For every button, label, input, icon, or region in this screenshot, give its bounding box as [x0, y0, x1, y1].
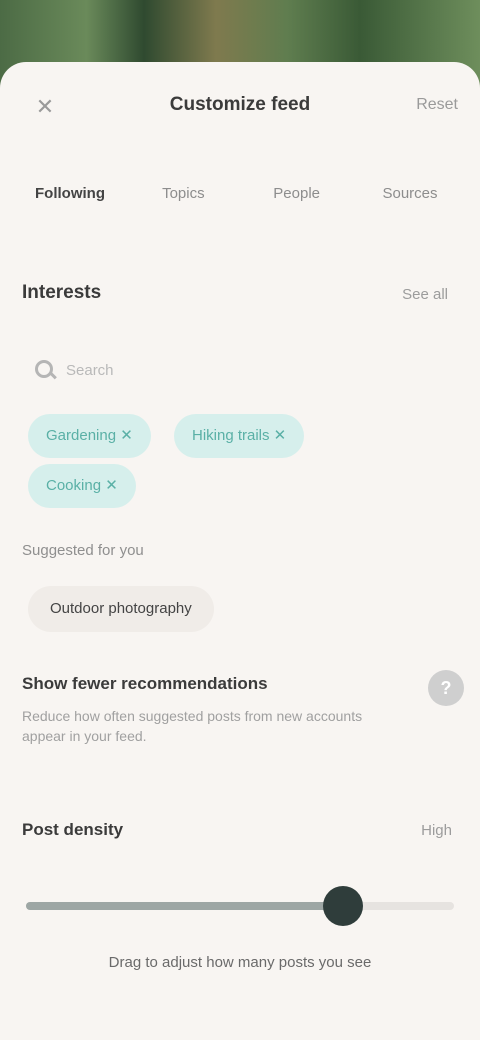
search-icon	[34, 359, 56, 381]
slider-title: Post density	[22, 820, 124, 839]
slider-caption: Drag to adjust how many posts you see	[108, 954, 372, 971]
tab-bar: Following Topics People Sources	[20, 166, 460, 222]
help-icon[interactable]: ?	[428, 670, 464, 706]
density-slider[interactable]	[26, 886, 454, 926]
tab-people[interactable]: People	[247, 166, 347, 222]
slider-value-label: High	[421, 822, 452, 839]
setting-description: Reduce how often suggested posts from ne…	[22, 708, 363, 744]
sheet-title: Customize feed	[169, 94, 311, 115]
suggested-label: Suggested for you	[22, 542, 144, 559]
interests-title: Interests	[22, 282, 102, 303]
slider-thumb[interactable]	[322, 886, 363, 926]
bottom-sheet: ✕ Customize feed Reset Following Topics …	[0, 62, 480, 1040]
suggested-pill[interactable]: Outdoor photography	[28, 586, 214, 632]
sheet-header: ✕ Customize feed Reset	[0, 62, 480, 148]
tab-sources[interactable]: Sources	[360, 166, 460, 222]
slider-fill	[26, 902, 343, 910]
interest-chip[interactable]: Cooking ✕	[28, 464, 136, 508]
tab-topics[interactable]: Topics	[133, 166, 233, 222]
see-all-link[interactable]: See all	[402, 286, 448, 303]
tab-following[interactable]: Following	[20, 166, 120, 222]
search-placeholder: Search	[66, 361, 114, 379]
interest-chip[interactable]: Gardening ✕	[28, 414, 151, 458]
interest-chip[interactable]: Hiking trails ✕	[174, 414, 305, 458]
interest-search[interactable]: Search	[34, 350, 114, 390]
setting-title: Show fewer recommendations	[22, 674, 268, 693]
reset-button[interactable]: Reset	[416, 96, 458, 114]
